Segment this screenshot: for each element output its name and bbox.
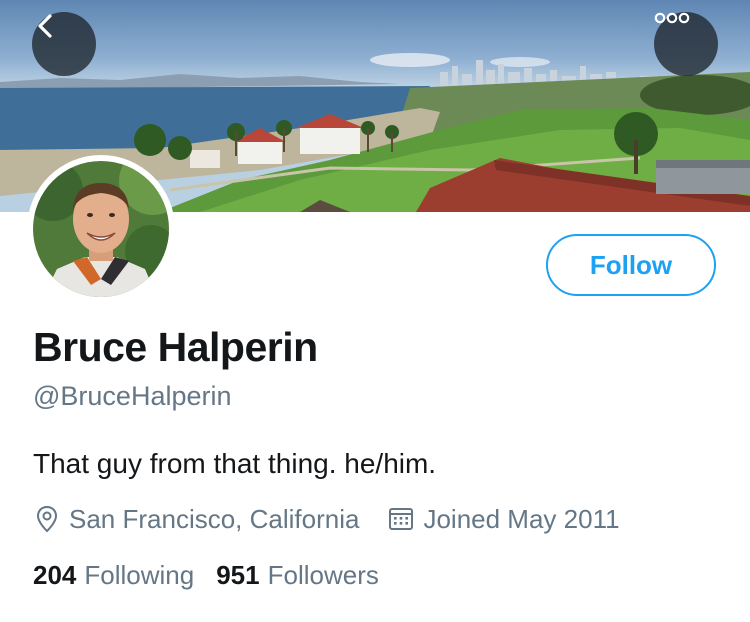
calendar-icon [387,505,415,533]
profile-stats: 204 Following 951 Followers [33,560,379,591]
following-count: 204 [33,560,77,590]
avatar-image [33,161,169,297]
profile-name: Bruce Halperin [33,324,318,370]
profile-handle: @BruceHalperin [33,381,232,411]
following-link[interactable]: 204 Following [33,560,194,591]
followers-link[interactable]: 951 Followers [216,560,379,591]
back-button[interactable] [32,12,96,76]
followers-label: Followers [267,560,379,590]
profile-joined-date: Joined May 2011 [423,503,620,534]
profile-location: San Francisco, California [69,503,360,534]
profile-bio: That guy from that thing. he/him. [33,448,437,479]
location-pin-icon [33,505,61,533]
profile-avatar[interactable] [27,155,175,303]
more-options-button[interactable] [654,12,718,76]
followers-count: 951 [216,560,260,590]
profile-meta: San Francisco, California Joined May 201… [33,503,620,535]
follow-button[interactable]: Follow [546,234,716,296]
following-label: Following [84,560,195,590]
